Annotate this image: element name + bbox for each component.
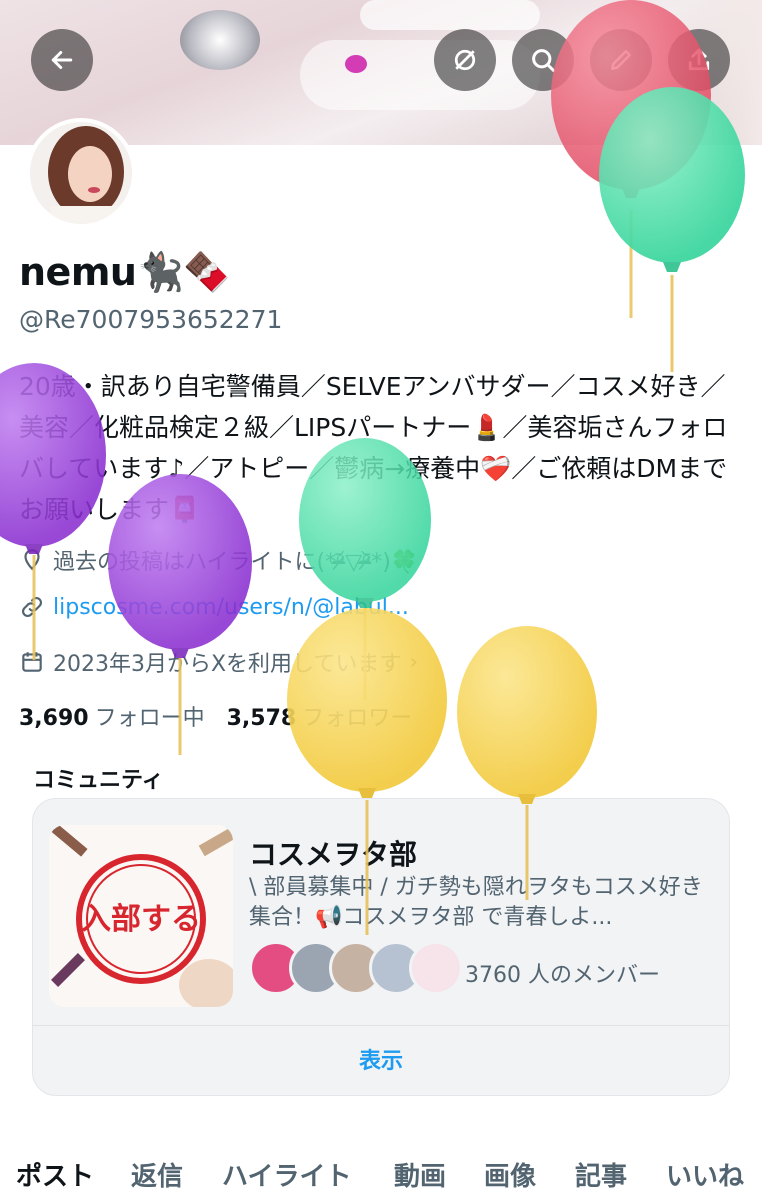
community-show-button[interactable]: 表示 bbox=[33, 1043, 729, 1075]
followers-link[interactable]: 3,578 フォロワー bbox=[227, 700, 413, 732]
back-button[interactable] bbox=[31, 29, 93, 91]
tab-likes[interactable]: いいね bbox=[666, 1156, 744, 1193]
tab-images[interactable]: 画像 bbox=[484, 1156, 536, 1193]
community-image: 入部する bbox=[49, 825, 233, 1007]
note-text: 過去の投稿はハイライトに(*ᵒ̴̶̷᷄▽ᵒ̴̶̷᷅*)🍀 bbox=[53, 550, 419, 575]
community-name: コスメヲタ部 bbox=[249, 838, 418, 871]
edit-button[interactable] bbox=[590, 29, 652, 91]
location-pin-icon bbox=[19, 547, 45, 573]
community-image-text: 入部する bbox=[81, 902, 201, 937]
tab-replies[interactable]: 返信 bbox=[131, 1156, 183, 1193]
followers-label: フォロワー bbox=[302, 706, 413, 731]
community-card[interactable]: 入部する コスメヲタ部 \ 部員募集中 / ガチ勢も隠れヲタもコスメ好き集合！📢… bbox=[32, 798, 730, 1096]
community-member-count: 3760 人のメンバー bbox=[465, 963, 660, 988]
arrow-left-icon bbox=[51, 51, 73, 69]
slash-circle-icon bbox=[454, 49, 476, 71]
community-member-avatars bbox=[249, 941, 463, 995]
member-avatar bbox=[409, 941, 463, 995]
following-link[interactable]: 3,690 フォロー中 bbox=[19, 700, 205, 732]
divider bbox=[33, 1025, 729, 1026]
handle: @Re7007953652271 bbox=[19, 305, 283, 334]
link-row[interactable]: lipscosme.com/users/n/@labul... bbox=[19, 594, 409, 620]
chevron-right-icon: › bbox=[409, 649, 419, 675]
note-row: 過去の投稿はハイライトに(*ᵒ̴̶̷᷄▽ᵒ̴̶̷᷅*)🍀 bbox=[19, 544, 418, 576]
avatar-portrait-image bbox=[30, 122, 132, 224]
share-icon bbox=[688, 48, 710, 71]
following-label: フォロー中 bbox=[94, 706, 205, 731]
grok-button[interactable] bbox=[434, 29, 496, 91]
following-count: 3,690 bbox=[19, 706, 89, 731]
community-section-title: コミュニティ bbox=[33, 768, 164, 793]
profile-link[interactable]: lipscosme.com/users/n/@labul... bbox=[53, 595, 409, 620]
tab-posts[interactable]: ポスト bbox=[16, 1156, 94, 1193]
share-button[interactable] bbox=[668, 29, 730, 91]
joined-text: 2023年3月からXを利用しています bbox=[53, 652, 402, 677]
bio: 20歳・訳あり自宅警備員／SELVEアンバサダー／コスメ好き／美容／化粧品検定２… bbox=[19, 372, 728, 524]
search-icon bbox=[532, 49, 556, 73]
tab-articles[interactable]: 記事 bbox=[575, 1156, 627, 1193]
joined-row[interactable]: 2023年3月からXを利用しています › bbox=[19, 646, 418, 678]
tab-highlights[interactable]: ハイライト bbox=[222, 1156, 351, 1193]
followers-count: 3,578 bbox=[226, 706, 297, 731]
community-description: \ 部員募集中 / ガチ勢も隠れヲタもコスメ好き集合！📢コスメヲタ部 で青春しよ… bbox=[249, 875, 703, 930]
avatar[interactable] bbox=[26, 118, 136, 228]
search-button[interactable] bbox=[512, 29, 574, 91]
link-icon bbox=[19, 594, 45, 620]
calendar-icon bbox=[19, 649, 45, 675]
follow-stats: 3,690 フォロー中 3,578 フォロワー bbox=[19, 700, 412, 732]
profile-tabs: ポスト 返信 ハイライト 動画 画像 記事 いいね bbox=[0, 1150, 762, 1200]
display-name: nemu🐈‍⬛🍫 bbox=[19, 250, 231, 294]
pencil-icon bbox=[611, 50, 631, 70]
tab-videos[interactable]: 動画 bbox=[394, 1156, 446, 1193]
